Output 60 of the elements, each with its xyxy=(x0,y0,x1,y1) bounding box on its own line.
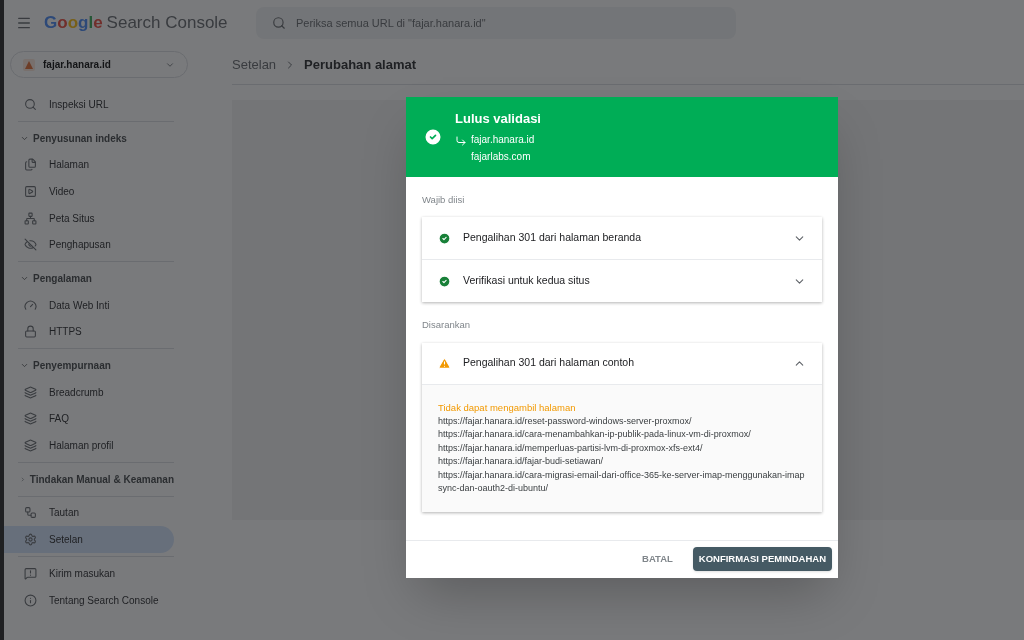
video-icon xyxy=(24,184,37,198)
info-icon xyxy=(24,593,37,607)
sidebar-item[interactable]: Halaman xyxy=(4,151,174,179)
section-header[interactable]: Penyempurnaan xyxy=(4,352,174,379)
sidebar-item[interactable]: Inspeksi URL xyxy=(4,91,174,118)
detail-title: Tidak dapat mengambil halaman xyxy=(438,400,577,415)
check-row[interactable]: Verifikasi untuk kedua situs xyxy=(422,260,822,303)
network-icon xyxy=(24,506,37,520)
check-circle-icon xyxy=(438,274,451,288)
url-text: https://fajar.hanara.id/reset-password-windows-server-proxmox/ xyxy=(438,414,693,428)
gauge-icon xyxy=(24,298,37,312)
target-domain: fajarlabs.com xyxy=(471,150,532,165)
sidebar-item[interactable]: Tentang Search Console xyxy=(4,586,174,614)
sidebar-item[interactable]: Halaman profil xyxy=(4,432,174,459)
sidebar-item[interactable]: Kirim masukan xyxy=(4,560,174,587)
sidebar-item[interactable]: Tautan xyxy=(4,499,174,527)
search-icon xyxy=(24,97,37,111)
sidebar-item[interactable]: Data Web Inti xyxy=(4,291,174,319)
layers-icon xyxy=(24,385,37,399)
redirect-arrow-icon xyxy=(455,135,467,148)
layers-icon xyxy=(24,412,37,426)
feedback-icon xyxy=(24,566,37,580)
warning-icon xyxy=(438,356,451,370)
lock-icon xyxy=(24,325,37,339)
source-domain: fajar.hanara.id xyxy=(471,133,535,148)
layers-icon xyxy=(24,439,37,453)
breadcrumb-link[interactable]: Setelan xyxy=(232,54,277,75)
eye-off-icon xyxy=(24,238,37,252)
url-text: https://fajar.hanara.id/memperluas-partisi-lvm-di-proxmox-xfs-ext4/ xyxy=(438,441,704,455)
search-field[interactable]: Periksa semua URL di "fajar.hanara.id" xyxy=(256,6,736,39)
check-circle-icon xyxy=(423,127,443,147)
search-icon xyxy=(272,15,286,30)
url-text: https://fajar.hanara.id/fajar-budi-setiawan/ xyxy=(438,455,605,468)
sidebar-item[interactable]: Penghapusan xyxy=(4,231,174,259)
page-title: Perubahan alamat xyxy=(304,55,417,74)
google-logo: Google xyxy=(44,11,103,34)
product-name: Search Console xyxy=(106,11,228,34)
section-label: Wajib diisi xyxy=(422,193,466,207)
sidebar-item[interactable]: Peta Situs xyxy=(4,204,174,232)
section-header[interactable]: Penyusunan indeks xyxy=(4,124,174,152)
check-row[interactable]: Pengalihan 301 dari halaman beranda xyxy=(422,217,822,260)
dialog-title: Lulus validasi xyxy=(455,109,541,128)
sitemap-icon xyxy=(24,211,37,225)
section-label: Disarankan xyxy=(422,318,472,333)
check-row[interactable]: Pengalihan 301 dari halaman contoh xyxy=(422,342,822,385)
check-circle-icon xyxy=(438,231,451,245)
sidebar-item[interactable]: FAQ xyxy=(4,405,174,433)
sidebar-item[interactable]: Breadcrumb xyxy=(4,378,174,406)
property-logo-icon xyxy=(23,58,35,71)
section-header[interactable]: Tindakan Manual & Keamanan xyxy=(4,465,174,493)
settings-icon xyxy=(24,533,37,547)
pages-icon xyxy=(24,158,37,172)
section-header[interactable]: Pengalaman xyxy=(4,265,174,292)
cancel-button[interactable]: BATAL xyxy=(634,547,681,571)
sidebar-item[interactable]: Setelan xyxy=(4,526,174,553)
sidebar-item[interactable]: HTTPS xyxy=(4,318,174,346)
sidebar-item[interactable]: Video xyxy=(4,178,174,205)
confirm-button[interactable]: KONFIRMASI PEMINDAHAN xyxy=(692,547,832,571)
url-text: https://fajar.hanara.id/cara-menambahkan-ip-publik-pada-linux-vm-di-proxmox/ xyxy=(438,428,752,441)
url-text: https://fajar.hanara.id/cara-migrasi-email-dari-office-365-ke-server-imap-menggunakan-imapsync-dan-oauth2-di-ubuntu/ xyxy=(438,468,806,495)
